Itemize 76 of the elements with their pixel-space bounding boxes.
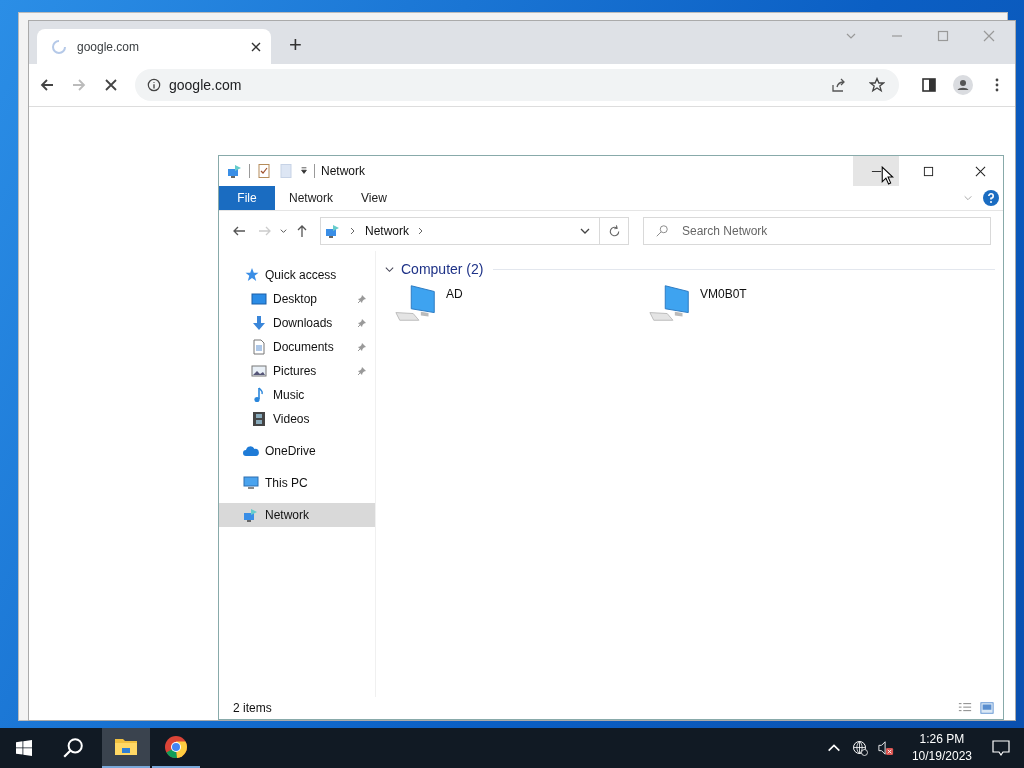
search-field[interactable]: Search Network bbox=[643, 217, 991, 245]
download-arrow-icon bbox=[251, 315, 267, 331]
tab-title: google.com bbox=[77, 39, 141, 54]
file-explorer-taskbar-button[interactable] bbox=[102, 728, 150, 768]
nav-label: This PC bbox=[265, 476, 308, 490]
mouse-cursor-icon bbox=[881, 166, 894, 185]
clock[interactable]: 1:26 PM 10/19/2023 bbox=[903, 728, 980, 768]
picture-icon bbox=[251, 363, 267, 379]
nav-item[interactable]: Pictures bbox=[219, 359, 375, 383]
nav-label: Music bbox=[273, 388, 305, 402]
status-text: 2 items bbox=[233, 701, 272, 715]
stop-icon[interactable] bbox=[103, 77, 119, 93]
nav-label: Desktop bbox=[273, 292, 318, 306]
notification-icon[interactable] bbox=[992, 739, 1010, 757]
nav-label: Quick access bbox=[265, 268, 337, 282]
nav-item[interactable]: This PC bbox=[219, 471, 375, 495]
browser-tab[interactable]: google.com bbox=[37, 29, 271, 64]
close-icon bbox=[974, 165, 986, 177]
group-header[interactable]: Computer (2) bbox=[401, 261, 484, 277]
new-tab-button[interactable]: + bbox=[285, 33, 306, 56]
document-icon bbox=[251, 339, 267, 355]
nav-item[interactable]: Videos bbox=[219, 407, 375, 431]
nav-item[interactable]: OneDrive bbox=[219, 439, 375, 463]
date-text: 10/19/2023 bbox=[911, 748, 972, 765]
computer-name[interactable]: AD bbox=[446, 287, 463, 301]
search-icon bbox=[655, 224, 669, 238]
close-icon[interactable] bbox=[251, 41, 261, 52]
maximize-icon bbox=[922, 165, 934, 177]
address-field[interactable]: Network bbox=[320, 217, 600, 245]
nav-label: Downloads bbox=[273, 316, 333, 330]
star-icon bbox=[243, 267, 259, 283]
nav-label: Videos bbox=[273, 412, 310, 426]
time-text: 1:26 PM bbox=[919, 731, 965, 748]
desktop-icon bbox=[251, 291, 267, 307]
profile-icon[interactable] bbox=[953, 75, 973, 95]
computer-icon bbox=[243, 475, 259, 491]
breadcrumb-item[interactable]: Network bbox=[365, 224, 409, 238]
properties-icon[interactable] bbox=[256, 163, 272, 179]
nav-item[interactable]: Quick access bbox=[219, 263, 375, 287]
url-text: google.com bbox=[169, 77, 242, 93]
windows-logo-icon[interactable] bbox=[16, 740, 32, 756]
nav-item[interactable]: Music bbox=[219, 383, 375, 407]
globe-icon[interactable] bbox=[851, 740, 868, 756]
network-icon bbox=[325, 223, 341, 239]
refresh-button[interactable] bbox=[599, 217, 629, 245]
nav-item[interactable]: Desktop bbox=[219, 287, 375, 311]
minimize-button[interactable] bbox=[853, 156, 899, 186]
star-icon[interactable] bbox=[869, 77, 885, 93]
browser-logo-icon bbox=[164, 735, 188, 759]
nav-item[interactable]: Documents bbox=[219, 335, 375, 359]
nav-label: OneDrive bbox=[265, 444, 316, 458]
muted-speaker-icon[interactable] bbox=[877, 740, 894, 756]
network-icon bbox=[227, 163, 243, 179]
cloud-icon bbox=[243, 443, 259, 459]
film-icon bbox=[251, 411, 267, 427]
side-panel-icon[interactable] bbox=[921, 77, 937, 93]
nav-label: Network bbox=[265, 508, 309, 522]
network-icon bbox=[243, 507, 259, 523]
chevron-down-icon[interactable] bbox=[279, 226, 288, 236]
file-menu-tab[interactable]: File bbox=[219, 186, 275, 210]
share-icon[interactable] bbox=[831, 77, 847, 93]
address-bar[interactable]: google.com bbox=[135, 69, 899, 101]
window-title: Network bbox=[321, 164, 365, 178]
back-arrow-icon[interactable] bbox=[39, 77, 55, 93]
nav-label: Pictures bbox=[273, 364, 317, 378]
nav-label: Documents bbox=[273, 340, 334, 354]
chevron-right-icon bbox=[349, 227, 357, 235]
nav-item[interactable]: Network bbox=[219, 503, 375, 527]
large-icons-view-icon[interactable] bbox=[979, 701, 995, 715]
info-icon bbox=[147, 78, 161, 92]
nav-item[interactable]: Downloads bbox=[219, 311, 375, 335]
chevron-right-icon bbox=[417, 227, 425, 235]
help-icon[interactable] bbox=[983, 190, 999, 206]
caret-icon[interactable] bbox=[300, 167, 308, 175]
computer-name[interactable]: VM0B0T bbox=[700, 287, 747, 301]
search-icon[interactable] bbox=[62, 737, 84, 759]
